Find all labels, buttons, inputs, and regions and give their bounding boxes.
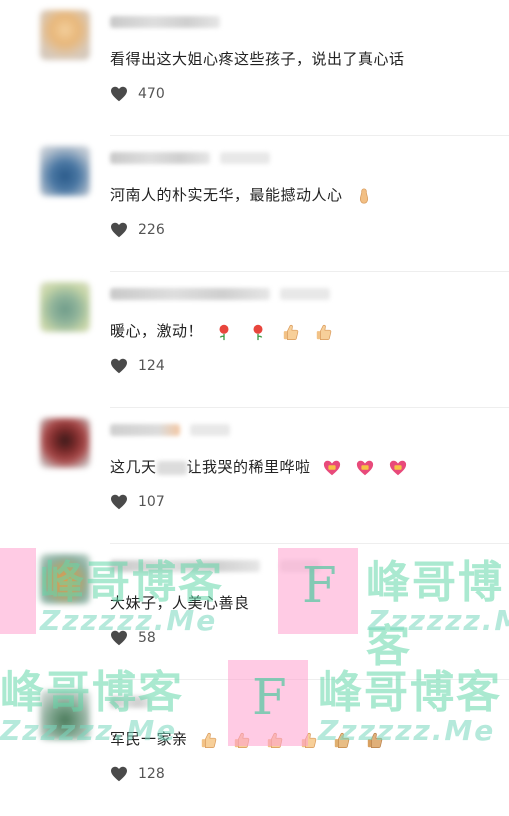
thumbs-up-emoji [283, 324, 299, 340]
like-count: 226 [138, 222, 165, 238]
comment-text-content: 军民一家亲 [110, 730, 188, 748]
comment-item: 河南人的朴实无华，最能撼动人心 226 [0, 136, 509, 272]
like-count: 470 [138, 86, 165, 102]
username-blurred[interactable] [110, 424, 180, 436]
like-button[interactable]: 58 [110, 630, 156, 646]
comment-text-after: 让我哭的稀里哗啦 [186, 458, 311, 476]
like-count: 107 [138, 494, 165, 510]
thumbs-up-emoji [234, 732, 250, 748]
heart-icon [111, 630, 127, 646]
comment-text: 大妹子，人美心善良 [110, 594, 250, 612]
meta-blurred [220, 152, 270, 164]
like-count: 124 [138, 358, 165, 374]
redacted-blur [156, 460, 187, 475]
avatar[interactable] [40, 146, 90, 196]
thumbs-up-emoji [268, 732, 283, 748]
thumbs-up-emoji [301, 732, 316, 748]
heart-icon [111, 222, 127, 238]
comment-text: 河南人的朴实无华，最能撼动人心 [110, 184, 382, 205]
comment-text: 看得出这大姐心疼这些孩子，说出了真心话 [110, 50, 405, 68]
avatar[interactable] [40, 418, 90, 468]
heart-gift-emoji [390, 460, 407, 475]
comment-text: 军民一家亲 [110, 728, 393, 749]
comment-item: 军民一家亲 128 [0, 680, 509, 816]
heart-gift-emoji [323, 460, 340, 475]
comment-text-before: 这几天 [110, 458, 157, 476]
pinched-fingers-emoji [359, 188, 368, 204]
avatar[interactable] [40, 554, 90, 604]
heart-icon [111, 766, 127, 782]
like-button[interactable]: 226 [110, 222, 165, 238]
emoji-row [199, 730, 393, 749]
username-blurred[interactable] [110, 16, 220, 28]
emoji-row [354, 186, 382, 205]
meta-blurred [280, 288, 330, 300]
heart-icon [111, 86, 127, 102]
username-blurred[interactable] [110, 560, 260, 572]
rose-emoji [219, 324, 229, 340]
rose-emoji [253, 324, 263, 340]
like-count: 128 [138, 766, 165, 782]
comment-item: 大妹子，人美心善良 58 [0, 544, 509, 680]
comment-text: 这几天 让我哭的稀里哗啦 [110, 456, 416, 477]
comment-text: 暖心，激动！ [110, 320, 342, 341]
username-blurred[interactable] [110, 288, 270, 300]
heart-gift-emoji [356, 460, 374, 475]
username-blurred[interactable] [110, 696, 150, 708]
comment-text-content: 暖心，激动！ [110, 322, 204, 340]
meta-blurred [280, 560, 320, 572]
comment-item: 这几天 让我哭的稀里哗啦 107 [0, 408, 509, 544]
comment-text-content: 河南人的朴实无华，最能撼动人心 [110, 186, 343, 204]
thumbs-up-emoji [316, 324, 332, 340]
like-button[interactable]: 128 [110, 766, 165, 782]
heart-icon [111, 358, 127, 374]
emoji-row [322, 458, 417, 477]
comment-item: 暖心，激动！ 124 [0, 272, 509, 408]
heart-icon [111, 494, 127, 510]
like-button[interactable]: 124 [110, 358, 165, 374]
username-blurred[interactable] [110, 152, 210, 164]
comment-item: 看得出这大姐心疼这些孩子，说出了真心话 470 [0, 0, 509, 136]
like-button[interactable]: 470 [110, 86, 165, 102]
thumbs-up-emoji [368, 732, 383, 748]
avatar[interactable] [40, 690, 90, 740]
like-count: 58 [138, 630, 156, 646]
avatar[interactable] [40, 282, 90, 332]
thumbs-up-emoji [334, 732, 350, 748]
emoji-row [214, 322, 342, 341]
thumbs-up-emoji [201, 732, 217, 748]
like-button[interactable]: 107 [110, 494, 165, 510]
meta-blurred [190, 424, 230, 436]
avatar[interactable] [40, 10, 90, 60]
